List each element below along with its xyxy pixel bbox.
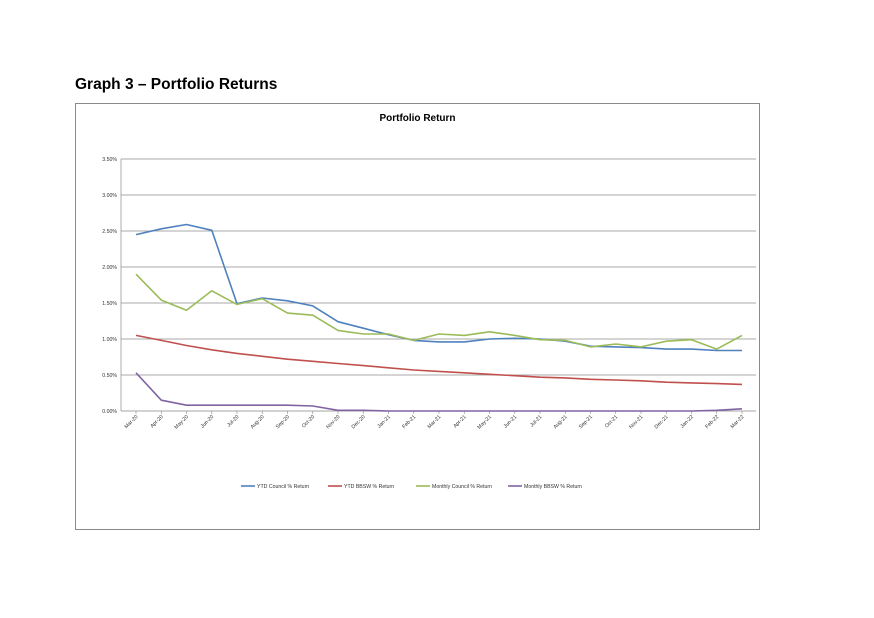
x-tick-label: Jan-21 [376,414,392,430]
series-line-1 [135,223,742,352]
x-tick-label: Dec-21 [654,414,670,430]
y-tick-label: 1.50% [102,301,117,307]
x-tick-label: Jun-20 [200,414,216,430]
x-tick-label: Oct-20 [301,414,316,429]
x-tick-label: Mar-22 [730,414,746,430]
x-tick-label: Aug-20 [250,414,266,430]
x-tick-label: Jun-21 [503,414,519,430]
legend-label: Monthly BBSW % Return [524,484,582,490]
legend-label: Monthly Council % Return [432,484,492,490]
x-tick-label: Mar-21 [427,414,443,430]
x-tick-label: Nov-21 [628,414,644,430]
y-tick-label: 3.00% [102,193,117,199]
series-line-4 [135,372,743,412]
legend-label: YTD Council % Return [257,484,309,490]
x-tick-label: May-20 [173,414,190,431]
page-heading: Graph 3 – Portfolio Returns [75,76,278,93]
x-tick-label: Sep-21 [578,414,594,430]
x-tick-label: Dec-20 [351,414,367,430]
x-tick-label: Oct-21 [604,414,619,429]
x-tick-label: Feb-22 [704,414,720,430]
y-tick-label: 1.00% [102,337,117,343]
x-tick-label: Apr-21 [452,414,467,429]
x-tick-label: Jul-20 [226,414,240,428]
y-tick-label: 3.50% [102,157,117,163]
y-tick-label: 0.00% [102,409,117,415]
legend-label: YTD BBSW % Return [344,484,394,490]
y-tick-label: 2.50% [102,229,117,235]
x-tick-label: Aug-21 [553,414,569,430]
x-tick-label: Mar-20 [124,414,140,430]
x-tick-label: Apr-20 [149,414,164,429]
series-line-3 [135,273,743,350]
chart-frame: Portfolio Return 0.00% 0.50% 1.00% 1.50% 2.0… [75,103,760,530]
x-tick-label: Jul-21 [529,414,543,428]
x-tick-label: Sep-20 [275,414,291,430]
line-chart: 0.00% 0.50% 1.00% 1.50% 2.00% 2.50% 3.00% 3.50%… [102,157,756,490]
series-line-2 [135,334,743,386]
x-tick-label: May-21 [476,414,493,431]
y-tick-label: 2.00% [102,265,117,271]
x-tick-label: Jan-22 [679,414,695,430]
x-tick-label: Feb-21 [401,414,417,430]
y-tick-label: 0.50% [102,373,117,379]
x-tick-label: Nov-20 [325,414,341,430]
